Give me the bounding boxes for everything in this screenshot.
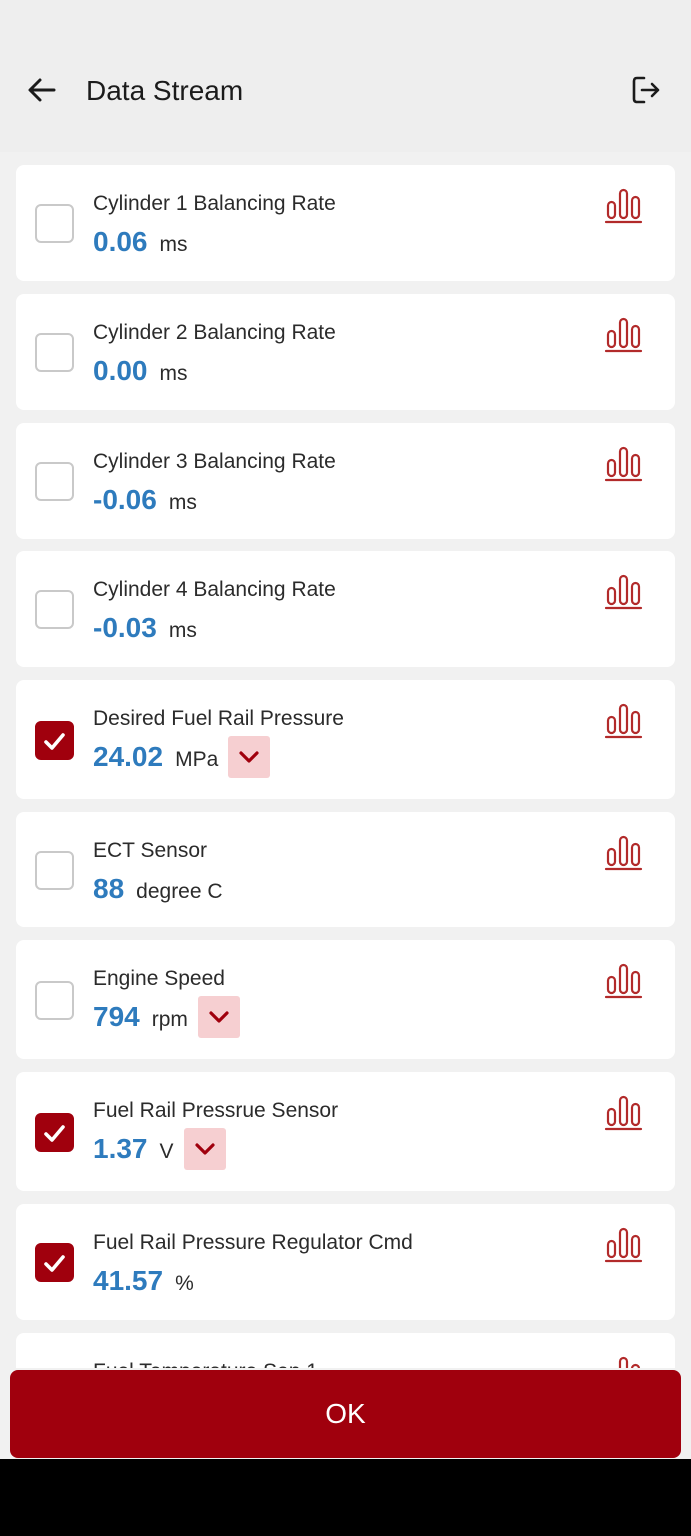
item-unit: ms [168,491,197,514]
item-checkbox[interactable] [35,204,74,243]
screen: Data Stream Cylinder 1 Balancing Rate 0.0… [0,0,691,1459]
item-name: Engine Speed [93,967,225,990]
graph-button[interactable] [604,1224,644,1264]
page-title: Data Stream [86,75,244,106]
graph-button[interactable] [604,443,644,483]
item-name: Cylinder 4 Balancing Rate [93,578,336,601]
item-checkbox[interactable] [35,1243,74,1282]
chevron-down-icon [194,1143,215,1155]
bar-chart-icon [604,317,643,353]
item-value-row: 88 degree C [93,873,223,905]
data-stream-list[interactable]: Cylinder 1 Balancing Rate 0.06 ms Cylinder … [0,152,691,1368]
item-name: Cylinder 3 Balancing Rate [93,450,336,473]
item-value: -0.03 [93,612,157,643]
item-value: 794 [93,1001,140,1032]
bar-chart-icon [618,1356,641,1368]
graph-button[interactable] [604,571,644,611]
data-item[interactable]: Cylinder 1 Balancing Rate 0.06 ms [16,165,675,281]
item-unit: ms [168,619,197,642]
item-checkbox[interactable] [35,850,74,890]
item-value-row: 1.37 V [93,1128,226,1170]
bar-chart-icon [604,574,643,610]
item-checkbox[interactable] [35,980,74,1020]
item-unit: ms [159,362,188,385]
item-value-row: 0.06 ms [93,226,188,258]
item-name: Fuel Rail Pressrue Sensor [93,1099,339,1122]
item-value-row: 24.02 MPa [93,736,271,778]
ok-button[interactable]: OK [10,1370,681,1458]
chevron-down-icon [239,751,259,763]
item-unit: rpm [151,1008,188,1031]
item-checkbox[interactable] [35,590,74,629]
graph-button[interactable] [604,832,644,872]
item-checkbox[interactable] [35,720,74,760]
item-value: -0.06 [93,484,157,515]
bar-chart-icon [604,188,643,224]
unit-dropdown-button[interactable] [228,736,271,778]
back-button[interactable] [22,70,62,110]
check-icon [44,1124,65,1142]
bar-chart-icon [604,1095,643,1131]
item-unit: MPa [175,748,219,771]
item-name: Desired Fuel Rail Pressure [93,707,344,730]
data-item[interactable]: Engine Speed 794 rpm [16,940,675,1059]
data-item[interactable]: ECT Sensor 88 degree C [16,812,675,927]
item-value: 41.57 [93,1265,164,1296]
item-checkbox[interactable] [35,1112,74,1152]
data-item[interactable]: Fuel Temperature Sen 1 [16,1333,675,1368]
item-name: Cylinder 2 Balancing Rate [93,321,336,344]
data-item[interactable]: Cylinder 4 Balancing Rate -0.03 ms [16,551,675,667]
data-item[interactable]: Cylinder 2 Balancing Rate 0.00 ms [16,294,675,410]
data-item[interactable]: Cylinder 3 Balancing Rate -0.06 ms [16,423,675,539]
graph-button[interactable] [604,314,644,354]
bar-chart-icon [604,446,643,482]
item-value: 88 [93,873,125,904]
check-icon [44,1255,65,1272]
bar-chart-icon [604,703,643,739]
chevron-down-icon [209,1011,229,1023]
item-unit: V [159,1140,174,1163]
arrow-left-icon [28,78,56,102]
bar-chart-icon [604,1227,643,1263]
item-value: 24.02 [93,741,164,772]
item-name: ECT Sensor [93,839,207,862]
unit-dropdown-button[interactable] [183,1128,226,1170]
system-navigation-bar [0,1459,691,1536]
item-unit: % [175,1272,194,1295]
item-name: Fuel Temperature Sen 1 [93,1359,318,1368]
item-value-row: 794 rpm [93,996,240,1038]
graph-button[interactable] [604,1092,644,1132]
item-checkbox[interactable] [35,333,74,372]
item-value-row: -0.03 ms [93,612,197,644]
data-item[interactable]: Fuel Rail Pressrue Sensor 1.37 V [16,1072,675,1191]
item-value-row: 0.00 ms [93,355,188,387]
item-name: Fuel Rail Pressure Regulator Cmd [93,1231,413,1254]
item-checkbox[interactable] [35,462,74,501]
item-value: 0.00 [93,355,148,386]
exit-icon [632,76,660,104]
check-icon [44,732,65,750]
bar-chart-icon [604,963,643,999]
item-name: Cylinder 1 Balancing Rate [93,192,336,215]
unit-dropdown-button[interactable] [197,996,240,1038]
exit-button[interactable] [626,70,666,110]
bar-chart-icon [604,835,643,871]
app-bar: Data Stream [0,0,691,152]
graph-button[interactable] [604,1353,644,1368]
data-item[interactable]: Fuel Rail Pressure Regulator Cmd 41.57% [16,1204,675,1320]
data-item[interactable]: Desired Fuel Rail Pressure 24.02 MPa [16,680,675,799]
item-value-row: 41.57% [93,1265,194,1297]
item-value-row: -0.06 ms [93,484,197,516]
graph-button[interactable] [604,960,644,1000]
item-unit: ms [159,233,188,256]
graph-button[interactable] [604,185,644,225]
item-unit: degree C [136,880,223,903]
item-value: 1.37 [93,1133,148,1164]
graph-button[interactable] [604,700,644,740]
item-value: 0.06 [93,226,148,257]
